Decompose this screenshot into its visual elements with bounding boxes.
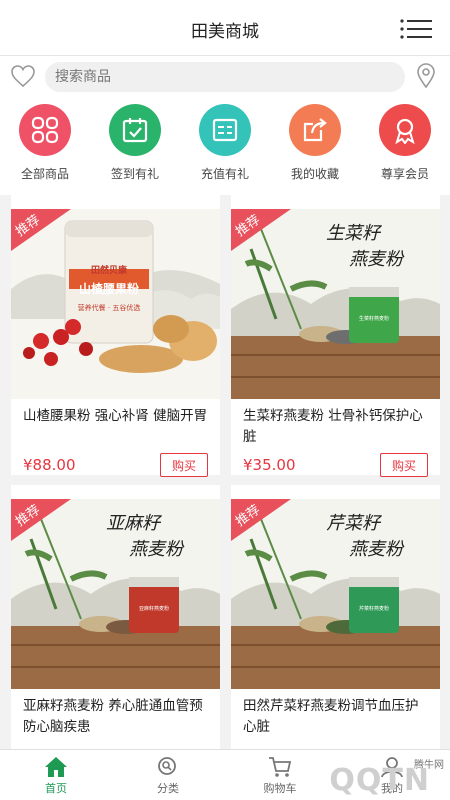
product-can-title: 亚麻籽燕麦粉 [138, 606, 169, 612]
product-price: ¥35.00 [243, 456, 296, 474]
quick-entry-label: 全部商品 [20, 167, 69, 181]
tab-label: 首页 [45, 782, 67, 795]
quick-entry-label: 签到有礼 [110, 167, 159, 181]
banner-title-line1: 生菜籽 [326, 223, 380, 244]
share-icon [289, 104, 341, 156]
clipboard-icon [199, 104, 251, 156]
category-search-icon [156, 756, 180, 778]
product-can-title: 生菜籽燕麦粉 [358, 316, 389, 322]
product-can-brand: 田然贝康 [90, 266, 127, 276]
tab-label: 购物车 [263, 782, 297, 795]
header-bar: 田美商城 [0, 0, 450, 56]
banner-title-line2: 燕麦粉 [129, 539, 183, 560]
product-can-title: 山楂腰果粉 [78, 282, 139, 296]
badge-icon [379, 104, 431, 156]
location-pin-icon[interactable] [416, 63, 436, 89]
quick-entry-all-products[interactable]: 全部商品 [0, 104, 90, 182]
search-bar [0, 56, 450, 98]
banner-title-line2: 燕麦粉 [349, 539, 403, 560]
quick-entry-label: 充值有礼 [200, 167, 249, 181]
hamburger-menu-icon[interactable] [400, 18, 432, 40]
home-icon [44, 756, 68, 778]
product-card[interactable]: 推荐 芹菜籽 燕麦粉 芹菜籽燕麦粉 田然芹菜籽燕麦粉调节血压护心脏 [231, 485, 440, 749]
product-can-title: 芹菜籽燕麦粉 [358, 606, 389, 612]
page-title: 田美商城 [191, 22, 259, 42]
product-can-subtitle: 营养代餐 · 五谷优选 [77, 304, 141, 312]
banner-title-line1: 芹菜籽 [326, 513, 380, 534]
product-image: 推荐 亚麻籽 燕麦粉 亚麻籽燕麦粉 [11, 499, 220, 689]
buy-button[interactable]: 购买 [380, 453, 428, 477]
product-card[interactable]: 推荐 田然贝康 山楂腰果粉 营养代餐 · 五谷优选 山楂腰果粉 强心补肾 健脑开… [11, 195, 220, 477]
tab-cart[interactable]: 购物车 [224, 756, 336, 796]
product-image: 推荐 生菜籽 燕麦粉 生菜籽燕麦粉 [231, 209, 440, 399]
bottom-tab-bar: 首页 分类 购物车 我的 腾牛网 QQTN [0, 749, 450, 800]
grid-icon [19, 104, 71, 156]
quick-entry-row: 全部商品 签到有礼 充值有礼 我的收藏 尊享会员 [0, 98, 450, 195]
calendar-check-icon [109, 104, 161, 156]
product-price: ¥88.00 [23, 456, 76, 474]
tab-category[interactable]: 分类 [112, 756, 224, 796]
product-name: 山楂腰果粉 强心补肾 健脑开胃 [23, 408, 208, 424]
watermark-logo: QQTN [329, 763, 430, 798]
tab-label: 分类 [157, 782, 179, 795]
product-grid: 推荐 田然贝康 山楂腰果粉 营养代餐 · 五谷优选 山楂腰果粉 强心补肾 健脑开… [0, 195, 450, 749]
product-card[interactable]: 推荐 亚麻籽 燕麦粉 亚麻籽燕麦粉 亚麻籽燕麦粉 养心脏通血管预防心脑疾患 [11, 485, 220, 749]
tab-home[interactable]: 首页 [0, 756, 112, 796]
quick-entry-favorites[interactable]: 我的收藏 [270, 104, 360, 182]
search-input[interactable] [45, 62, 405, 92]
quick-entry-label: 我的收藏 [290, 167, 339, 181]
quick-entry-checkin[interactable]: 签到有礼 [90, 104, 180, 182]
banner-title-line2: 燕麦粉 [349, 249, 403, 270]
product-name: 生菜籽燕麦粉 壮骨补钙保护心脏 [243, 408, 423, 445]
cart-icon [268, 756, 292, 778]
product-card[interactable]: 推荐 生菜籽 燕麦粉 生菜籽燕麦粉 生菜籽燕麦粉 壮骨补钙保护心脏 ¥35.00… [231, 195, 440, 477]
product-image: 推荐 田然贝康 山楂腰果粉 营养代餐 · 五谷优选 [11, 209, 220, 399]
banner-title-line1: 亚麻籽 [106, 513, 160, 534]
quick-entry-recharge[interactable]: 充值有礼 [180, 104, 270, 182]
quick-entry-vip[interactable]: 尊享会员 [360, 104, 450, 182]
heart-outline-icon[interactable] [10, 64, 36, 88]
buy-button[interactable]: 购买 [160, 453, 208, 477]
product-name: 亚麻籽燕麦粉 养心脏通血管预防心脑疾患 [23, 698, 203, 735]
product-name: 田然芹菜籽燕麦粉调节血压护心脏 [243, 698, 419, 735]
product-image: 推荐 芹菜籽 燕麦粉 芹菜籽燕麦粉 [231, 499, 440, 689]
quick-entry-label: 尊享会员 [380, 167, 429, 181]
